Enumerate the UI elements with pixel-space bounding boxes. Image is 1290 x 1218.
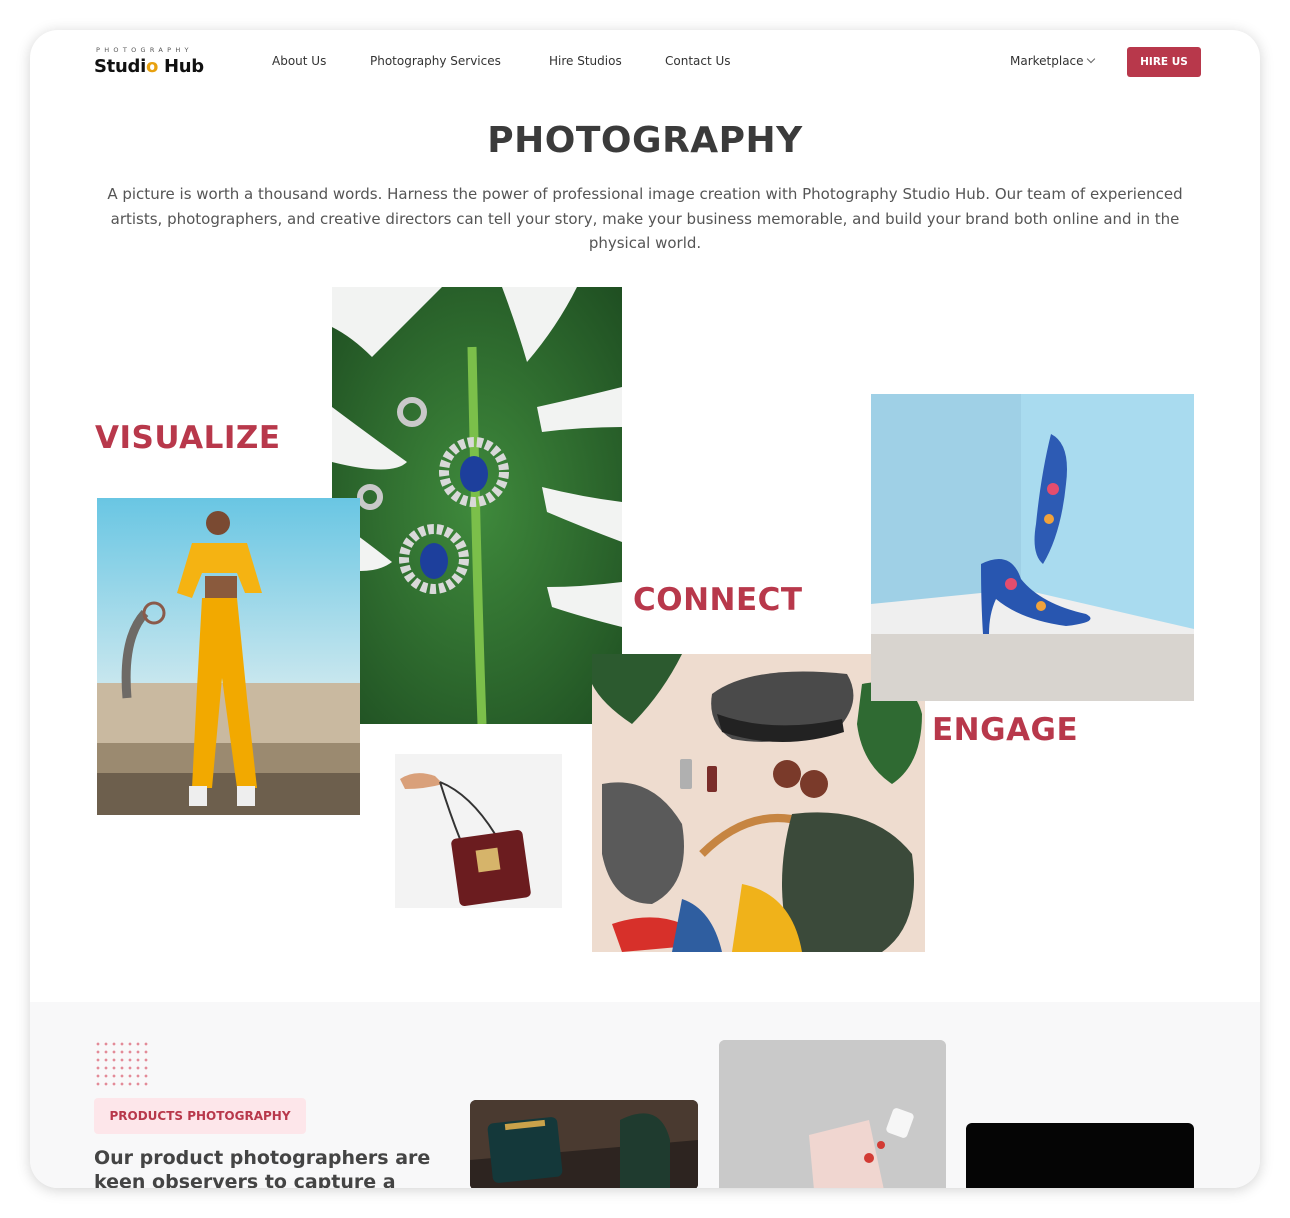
dot-pattern-decoration xyxy=(94,1040,150,1088)
nav-hire-studios[interactable]: Hire Studios xyxy=(549,54,622,68)
logo-tagline: PHOTOGRAPHY xyxy=(96,46,193,54)
product-photo-perfume xyxy=(719,1040,946,1188)
product-photo-bag xyxy=(470,1100,698,1188)
marketplace-label: Marketplace xyxy=(1010,54,1084,68)
page-title: PHOTOGRAPHY xyxy=(487,120,803,161)
earrings-on-leaf-photo xyxy=(332,287,622,724)
logo-wordmark: Studio Hub xyxy=(94,56,204,77)
chevron-down-icon xyxy=(1086,54,1095,64)
nav-contact-us[interactable]: Contact Us xyxy=(665,54,731,68)
yellow-outfit-model-photo xyxy=(97,498,360,815)
studio-hub-logo[interactable]: PHOTOGRAPHY Studio Hub xyxy=(94,46,224,80)
nav-about-us[interactable]: About Us xyxy=(272,54,326,68)
nav-photography-services[interactable]: Photography Services xyxy=(370,54,501,68)
product-photo-dark xyxy=(966,1123,1194,1188)
engage-heading: ENGAGE xyxy=(932,712,1079,748)
hire-us-button[interactable]: HIRE US xyxy=(1127,47,1201,77)
products-photography-badge: PRODUCTS PHOTOGRAPHY xyxy=(94,1098,306,1134)
products-description: Our product photographers are keen obser… xyxy=(94,1147,431,1188)
intro-paragraph: A picture is worth a thousand words. Har… xyxy=(107,185,1183,252)
visualize-heading: VISUALIZE xyxy=(95,420,281,456)
browser-frame: PHOTOGRAPHY Studio Hub About Us Photogra… xyxy=(30,30,1260,1188)
handbag-photo xyxy=(395,754,562,908)
floral-heel-photo xyxy=(871,394,1194,701)
marketplace-dropdown[interactable]: Marketplace xyxy=(1010,54,1095,68)
connect-heading: CONNECT xyxy=(633,582,803,618)
